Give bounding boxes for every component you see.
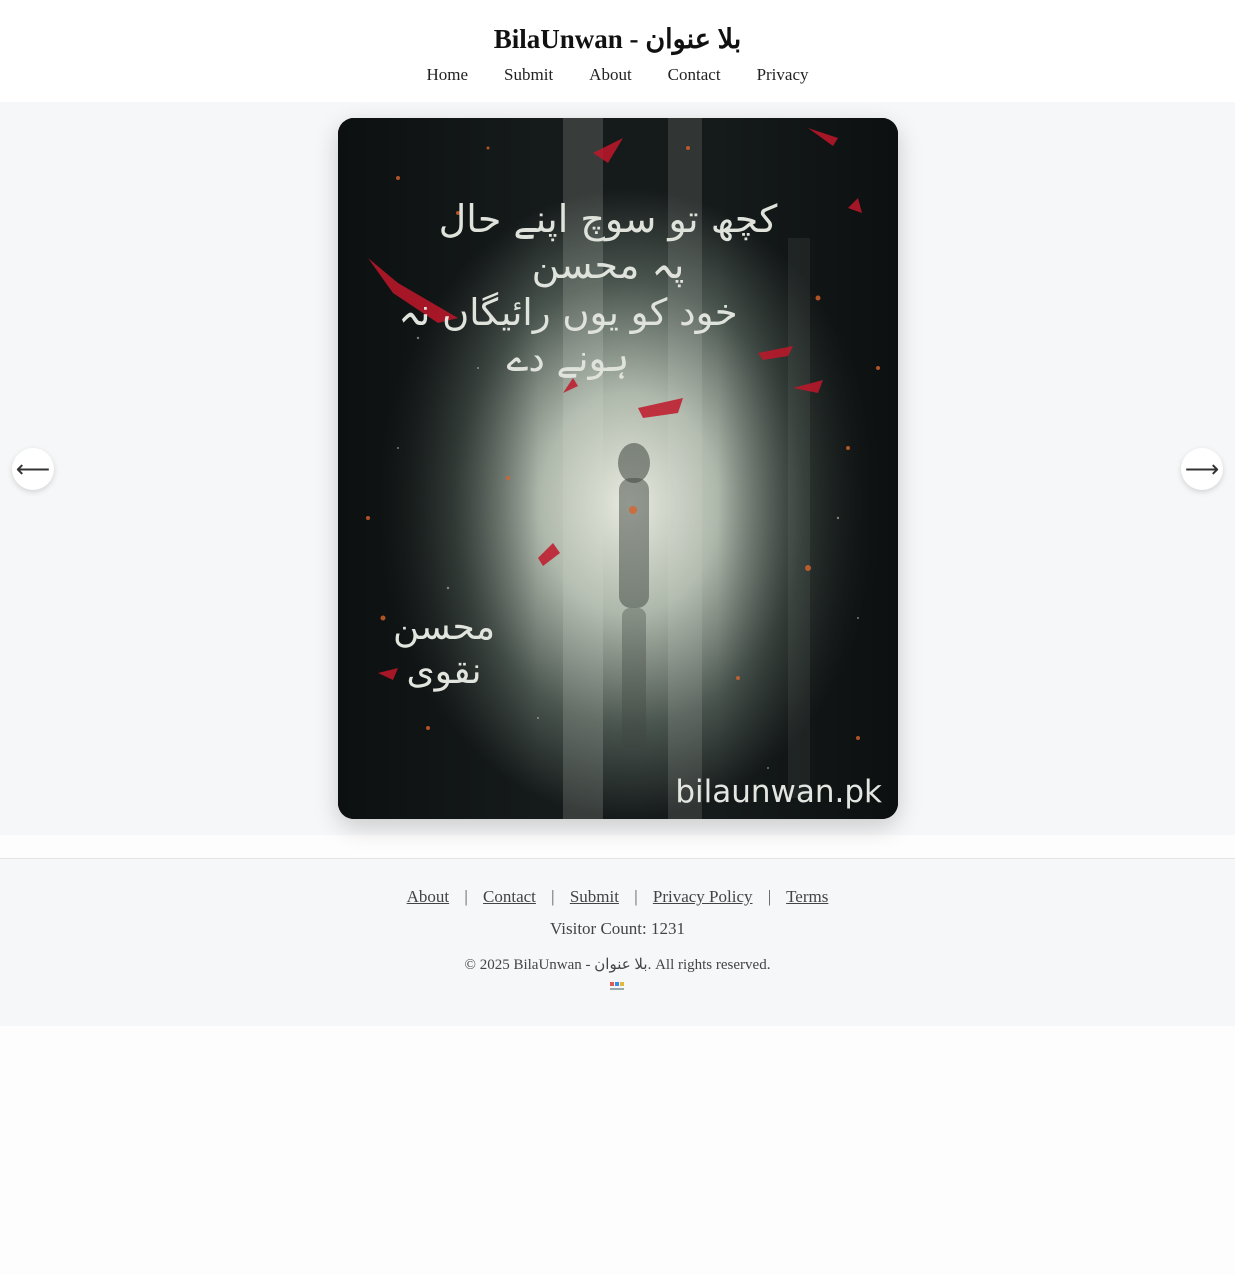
footer-link-submit[interactable]: Submit (570, 887, 619, 906)
footer-link-contact[interactable]: Contact (483, 887, 536, 906)
image-slider: ⟵ کچھ تو سوچ اپنے حال پہ محسن خود کو یوں… (0, 102, 1235, 835)
site-title[interactable]: BilaUnwan - بلا عنوان (0, 0, 1235, 56)
arrow-left-icon: ⟵ (15, 455, 51, 483)
arrow-right-icon: ⟶ (1184, 455, 1220, 483)
nav-contact[interactable]: Contact (668, 63, 721, 87)
footer-link-terms[interactable]: Terms (786, 887, 828, 906)
poet-name: محسن نقوی (392, 607, 496, 692)
separator: | (767, 887, 772, 906)
poem-line-2: خود کو یوں رائیگاں نہ ہونے دے (398, 291, 738, 380)
site-footer: About | Contact | Submit | Privacy Polic… (0, 858, 1235, 1026)
separator: | (634, 887, 638, 906)
nav-home[interactable]: Home (427, 63, 469, 87)
watermark: bilaunwan.pk (675, 774, 882, 810)
visitor-count: Visitor Count: 1231 (550, 919, 685, 938)
nav-submit[interactable]: Submit (504, 63, 553, 87)
slide-image[interactable]: کچھ تو سوچ اپنے حال پہ محسن خود کو یوں ر… (338, 118, 898, 819)
nav-about[interactable]: About (589, 63, 632, 87)
top-nav: Home Submit About Contact Privacy (0, 63, 1235, 87)
poem-line-1: کچھ تو سوچ اپنے حال پہ محسن (438, 197, 778, 287)
footer-link-privacy-policy[interactable]: Privacy Policy (653, 887, 753, 906)
badge-logo-icon[interactable] (608, 980, 628, 994)
separator: | (551, 887, 555, 906)
separator: | (464, 887, 468, 906)
badge-logo-graphic (609, 982, 624, 990)
site-header: BilaUnwan - بلا عنوان Home Submit About … (0, 0, 1235, 102)
footer-links: About | Contact | Submit | Privacy Polic… (0, 886, 1235, 908)
copyright: © 2025 BilaUnwan - بلا عنوان. All rights… (464, 957, 771, 973)
nav-privacy[interactable]: Privacy (757, 63, 809, 87)
next-slide-button[interactable]: ⟶ (1181, 448, 1223, 490)
footer-link-about[interactable]: About (407, 887, 450, 906)
prev-slide-button[interactable]: ⟵ (12, 448, 54, 490)
